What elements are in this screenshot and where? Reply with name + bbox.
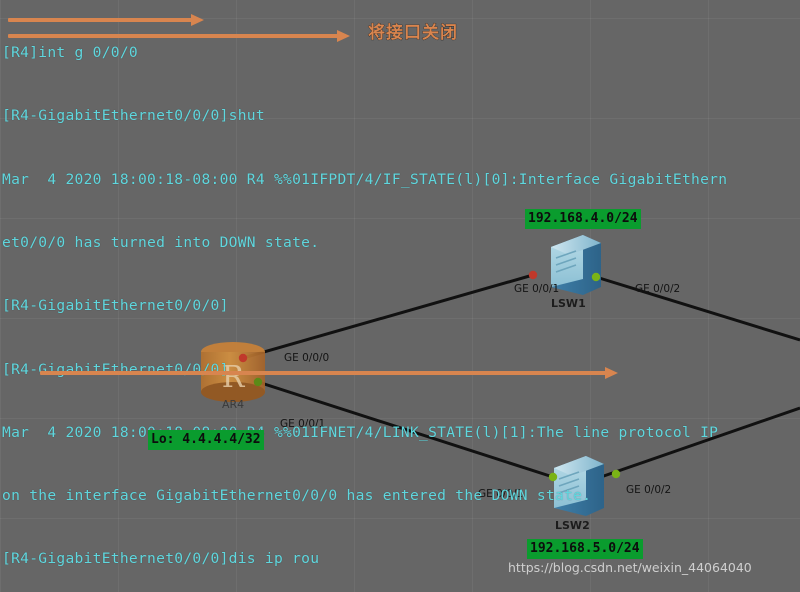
terminal-line: [R4-GigabitEthernet0/0/0]shut [2,107,265,125]
ip-badge-subnet-bottom: 192.168.5.0/24 [527,539,643,559]
terminal-line: Mar 4 2020 18:00:18-08:00 R4 %%01IFPDT/4… [2,170,728,188]
terminal-output: [R4]int g 0/0/0 [R4-GigabitEthernet0/0/0… [0,0,800,592]
annotation-arrow-shut-command [8,30,360,42]
terminal-line: on the interface GigabitEthernet0/0/0 ha… [2,487,592,505]
annotation-arrow-static-route [40,367,630,379]
terminal-line: et0/0/0 has turned into DOWN state. [2,234,320,252]
ip-badge-loopback-ar4: Lo: 4.4.4.4/32 [148,430,264,450]
ip-badge-subnet-top: 192.168.4.0/24 [525,209,641,229]
screenshot-root: R [R4]int g 0/0/0 [R4-GigabitEthernet0/0… [0,0,800,592]
terminal-line: [R4-GigabitEthernet0/0/0] [2,297,229,315]
terminal-line: Mar 4 2020 18:00:18-08:00 R4 %%01IFNET/4… [2,423,719,441]
watermark-url: https://blog.csdn.net/weixin_44064040 [508,560,752,575]
terminal-line: [R4]int g 0/0/0 [2,44,138,62]
annotation-arrow-int-command [8,14,204,26]
annotation-callout-shut: 将接口关闭 [368,23,458,44]
